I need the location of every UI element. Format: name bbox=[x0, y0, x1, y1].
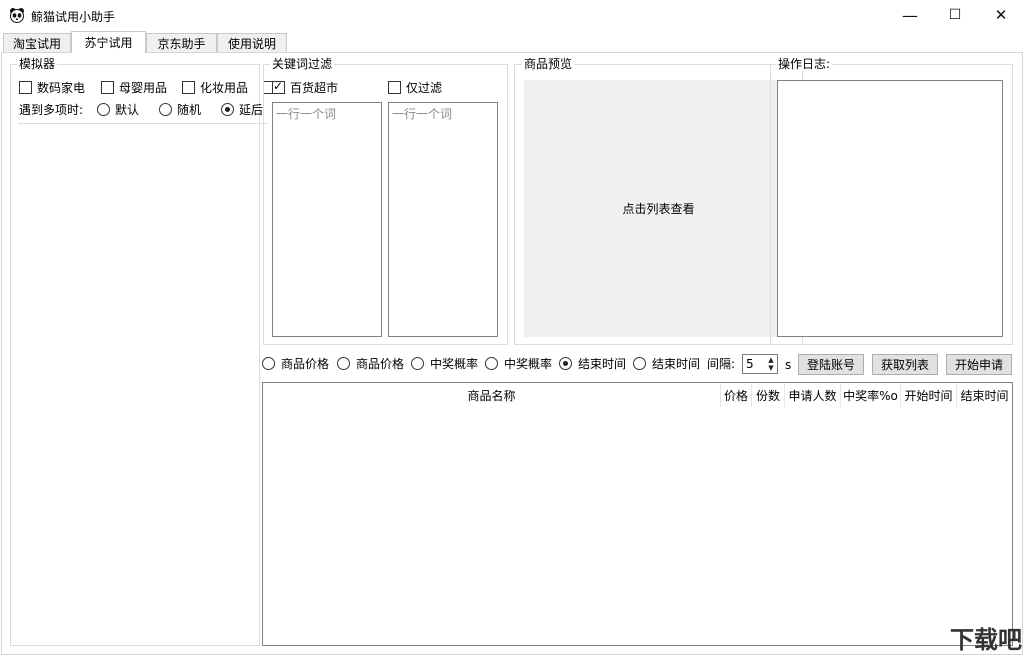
simulator-divider bbox=[18, 123, 268, 124]
close-button[interactable]: ✕ bbox=[978, 0, 1024, 30]
tab-suning[interactable]: 苏宁试用 bbox=[71, 31, 146, 53]
sort-rate-desc-label: 中奖概率 bbox=[504, 357, 553, 371]
keyword-right-input[interactable] bbox=[388, 102, 498, 337]
interval-stepper[interactable]: 5 ▲ ▼ bbox=[742, 354, 778, 374]
sort-end-asc-label: 结束时间 bbox=[578, 357, 627, 371]
product-table[interactable]: 商品名称 价格 份数 申请人数 中奖率%o 开始时间 结束时间 bbox=[262, 382, 1013, 646]
sort-price-desc-label: 商品价格 bbox=[356, 357, 405, 371]
sort-end-desc-radio[interactable] bbox=[633, 357, 646, 370]
sort-end-desc-label: 结束时间 bbox=[652, 357, 701, 371]
keyword-left-checkbox[interactable] bbox=[272, 79, 285, 94]
tab-help[interactable]: 使用说明 bbox=[217, 33, 287, 52]
login-button[interactable]: 登陆账号 bbox=[798, 354, 864, 375]
keyword-left-label: 百货超市 bbox=[290, 81, 339, 95]
column-header-win-rate[interactable]: 中奖率%o bbox=[841, 383, 901, 407]
simulator-title: 模拟器 bbox=[17, 57, 58, 71]
stepper-up-icon[interactable]: ▲ bbox=[765, 356, 777, 364]
preview-title: 商品预览 bbox=[522, 57, 575, 71]
sort-price-desc-radio[interactable] bbox=[337, 357, 350, 370]
multi-delay-radio[interactable] bbox=[221, 103, 234, 116]
sort-price-asc-label: 商品价格 bbox=[281, 357, 330, 371]
column-header-start-time[interactable]: 开始时间 bbox=[901, 383, 957, 407]
tab-taobao[interactable]: 淘宝试用 bbox=[3, 33, 71, 52]
category-baby-checkbox[interactable] bbox=[101, 81, 114, 94]
column-header-end-time[interactable]: 结束时间 bbox=[957, 383, 1012, 407]
simulator-group bbox=[10, 64, 260, 646]
fetch-list-button[interactable]: 获取列表 bbox=[872, 354, 938, 375]
watermark-logo: 下载吧 bbox=[950, 626, 1022, 654]
category-digital-checkbox[interactable] bbox=[19, 81, 32, 94]
minimize-button[interactable]: — bbox=[887, 0, 933, 30]
interval-value: 5 bbox=[746, 357, 754, 371]
start-apply-button[interactable]: 开始申请 bbox=[946, 354, 1012, 375]
stepper-down-icon[interactable]: ▼ bbox=[765, 364, 777, 372]
title-bar: 鲸猫试用小助手 — ☐ ✕ bbox=[0, 0, 1024, 30]
sort-rate-asc-radio[interactable] bbox=[411, 357, 424, 370]
multi-random-label: 随机 bbox=[177, 103, 202, 117]
interval-label: 间隔: bbox=[707, 357, 736, 371]
multi-default-label: 默认 bbox=[115, 103, 140, 117]
multi-random-radio[interactable] bbox=[159, 103, 172, 116]
filter-only-label: 仅过滤 bbox=[406, 81, 443, 95]
operation-log[interactable] bbox=[777, 80, 1003, 337]
maximize-button[interactable]: ☐ bbox=[932, 0, 978, 30]
window-title: 鲸猫试用小助手 bbox=[31, 10, 116, 24]
category-baby-label: 母婴用品 bbox=[119, 81, 168, 95]
keyword-filter-title: 关键词过滤 bbox=[270, 57, 335, 71]
keyword-left-input[interactable] bbox=[272, 102, 382, 337]
column-header-price[interactable]: 价格 bbox=[721, 383, 752, 407]
column-header-applicants[interactable]: 申请人数 bbox=[785, 383, 841, 407]
filter-only-checkbox[interactable] bbox=[388, 81, 401, 94]
tab-jingdong[interactable]: 京东助手 bbox=[146, 33, 217, 52]
interval-unit: s bbox=[785, 358, 792, 372]
multi-default-radio[interactable] bbox=[97, 103, 110, 116]
log-title: 操作日志: bbox=[776, 57, 833, 71]
multi-delay-label: 延后 bbox=[239, 103, 264, 117]
sort-price-asc-radio[interactable] bbox=[262, 357, 275, 370]
sort-end-asc-radio[interactable] bbox=[559, 357, 572, 370]
sort-rate-desc-radio[interactable] bbox=[485, 357, 498, 370]
column-header-quantity[interactable]: 份数 bbox=[752, 383, 785, 407]
panda-app-icon bbox=[10, 8, 24, 23]
column-header-name[interactable]: 商品名称 bbox=[263, 383, 721, 407]
product-preview-area[interactable]: 点击列表查看 bbox=[524, 80, 793, 337]
preview-hint: 点击列表查看 bbox=[622, 202, 695, 216]
multi-item-label: 遇到多项时: bbox=[19, 103, 84, 117]
category-cosmetics-checkbox[interactable] bbox=[182, 81, 195, 94]
sort-rate-asc-label: 中奖概率 bbox=[430, 357, 479, 371]
category-cosmetics-label: 化妆用品 bbox=[200, 81, 249, 95]
category-digital-label: 数码家电 bbox=[37, 81, 86, 95]
